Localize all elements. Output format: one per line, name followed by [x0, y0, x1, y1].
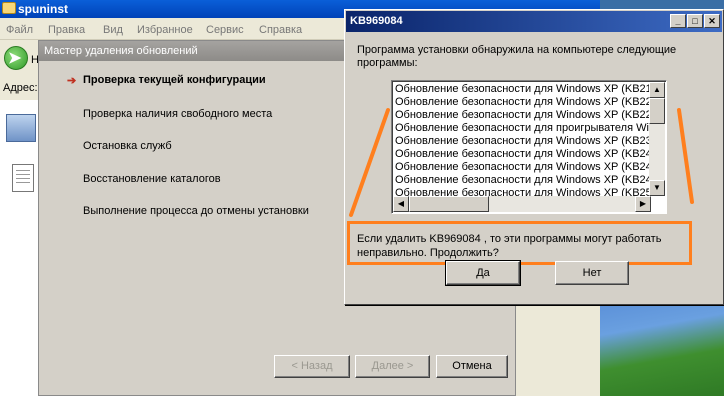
- menu-help[interactable]: Справка: [259, 24, 302, 36]
- vertical-scroll-thumb[interactable]: [649, 98, 665, 124]
- yes-button[interactable]: Да: [445, 260, 521, 286]
- list-item[interactable]: Обновление безопасности для Windows XP (…: [395, 96, 651, 109]
- vertical-scrollbar[interactable]: ▲ ▼: [649, 82, 665, 196]
- back-button[interactable]: ➤: [4, 46, 28, 70]
- list-item[interactable]: Обновление безопасности для Windows XP (…: [395, 161, 651, 174]
- dialog-message: Программа установки обнаружила на компью…: [357, 44, 677, 69]
- list-item[interactable]: Обновление безопасности для Windows XP (…: [395, 174, 651, 187]
- minimize-icon[interactable]: _: [670, 14, 686, 28]
- folder-icon: [2, 2, 16, 14]
- back-button-wizard[interactable]: < Назад: [274, 355, 350, 378]
- programs-listbox[interactable]: Обновление безопасности для Windows XP (…: [391, 80, 667, 214]
- file-list-pane: [0, 100, 40, 396]
- scroll-up-icon[interactable]: ▲: [649, 82, 665, 98]
- maximize-icon[interactable]: □: [687, 14, 703, 28]
- explorer-title: spuninst: [18, 2, 68, 16]
- horizontal-scrollbar[interactable]: ◀ ▶: [393, 196, 651, 212]
- menu-file[interactable]: Файл: [6, 24, 33, 36]
- list-item[interactable]: Обновление безопасности для Windows XP (…: [395, 109, 651, 122]
- programs-list: Обновление безопасности для Windows XP (…: [395, 83, 651, 200]
- dialog-titlebar: KB969084 _ □ ✕: [346, 11, 722, 32]
- step-restore-folders: Восстановление каталогов: [83, 173, 221, 185]
- scroll-right-icon[interactable]: ▶: [635, 196, 651, 212]
- list-item[interactable]: Обновление безопасности для Windows XP (…: [395, 135, 651, 148]
- scroll-down-icon[interactable]: ▼: [649, 180, 665, 196]
- menu-favorites[interactable]: Избранное: [137, 24, 193, 36]
- printer-icon[interactable]: [6, 114, 36, 142]
- back-arrow-icon: ➤: [8, 50, 22, 67]
- confirmation-dialog: KB969084 _ □ ✕ Программа установки обнар…: [344, 9, 724, 305]
- cancel-button[interactable]: Отмена: [436, 355, 508, 378]
- step-stop-services: Остановка служб: [83, 140, 172, 152]
- menu-edit[interactable]: Правка: [48, 24, 85, 36]
- dialog-question: Если удалить KB969084 , то эти программы…: [357, 233, 662, 259]
- desktop-background: [600, 300, 724, 396]
- scroll-left-icon[interactable]: ◀: [393, 196, 409, 212]
- explorer-toolbar: ➤ Н: [0, 42, 40, 76]
- menu-view[interactable]: Вид: [103, 24, 123, 36]
- menu-tools[interactable]: Сервис: [206, 24, 244, 36]
- no-button[interactable]: Нет: [555, 261, 629, 285]
- close-icon[interactable]: ✕: [704, 14, 720, 28]
- current-step-arrow-icon: ➔: [67, 75, 77, 87]
- address-label: Адрес:: [3, 82, 38, 94]
- step-check-disk-space: Проверка наличия свободного места: [83, 108, 273, 120]
- list-item[interactable]: Обновление безопасности для Windows XP (…: [395, 83, 651, 96]
- step-label: Проверка текущей конфигурации: [83, 74, 266, 86]
- dialog-title: KB969084: [350, 15, 403, 27]
- step-check-configuration: ➔ Проверка текущей конфигурации: [67, 74, 266, 87]
- next-button[interactable]: Далее >: [355, 355, 430, 378]
- horizontal-scroll-thumb[interactable]: [409, 196, 489, 212]
- list-item[interactable]: Обновление безопасности для проигрывател…: [395, 122, 651, 135]
- step-rollback: Выполнение процесса до отмены установки: [83, 205, 309, 217]
- list-item[interactable]: Обновление безопасности для Windows XP (…: [395, 148, 651, 161]
- document-icon[interactable]: [12, 164, 34, 192]
